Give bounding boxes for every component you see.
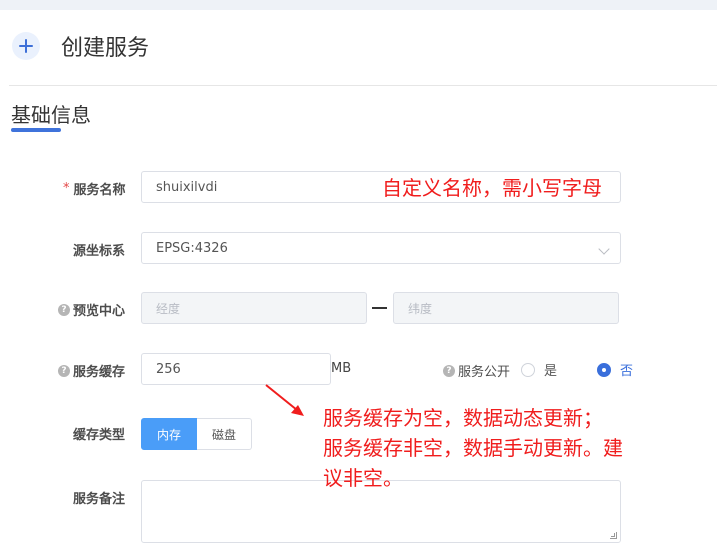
- cache-type-disk-button[interactable]: 磁盘: [197, 418, 252, 450]
- latitude-input[interactable]: 纬度: [393, 292, 619, 324]
- cache-type-memory-button[interactable]: 内存: [141, 418, 197, 450]
- header-divider: [9, 85, 717, 86]
- page-header: 创建服务: [12, 28, 149, 64]
- help-icon[interactable]: ?: [58, 364, 70, 377]
- annotation-name-note: 自定义名称，需小写字母: [382, 172, 602, 201]
- service-name-value: shuixilvdi: [156, 179, 218, 195]
- service-cache-input[interactable]: 256: [141, 353, 331, 385]
- latitude-placeholder: 纬度: [408, 301, 433, 316]
- range-separator: [372, 307, 387, 309]
- chevron-down-icon: [598, 243, 610, 255]
- annotation-name-note-text: 自定义名称，需小写字母: [382, 176, 602, 200]
- section-title: 基础信息: [11, 103, 91, 127]
- service-cache-label-text: 服务缓存: [73, 365, 126, 380]
- crs-label: 源坐标系: [73, 240, 125, 259]
- cache-type-segmented: 内存 磁盘: [141, 418, 252, 450]
- annotation-cache-line-2: 服务缓存非空，数据手动更新。建: [323, 436, 623, 460]
- service-cache-value: 256: [156, 361, 181, 377]
- annotation-cache-note: 服务缓存为空，数据动态更新； 服务缓存非空，数据手动更新。建 议非空。: [323, 403, 623, 493]
- service-name-label: * 服务名称: [63, 179, 126, 198]
- longitude-input[interactable]: 经度: [141, 292, 367, 324]
- required-mark: *: [63, 181, 70, 196]
- service-name-label-text: 服务名称: [73, 183, 126, 198]
- page-title: 创建服务: [61, 36, 150, 61]
- longitude-placeholder: 经度: [156, 301, 181, 316]
- preview-center-label: ? 预览中心: [58, 300, 125, 319]
- top-bar: [0, 0, 717, 10]
- crs-select[interactable]: EPSG:4326: [141, 232, 621, 264]
- service-public-label-text: 服务公开: [458, 365, 511, 380]
- radio-no-label[interactable]: 否: [620, 360, 633, 379]
- radio-yes[interactable]: [521, 362, 535, 377]
- help-icon[interactable]: ?: [58, 303, 70, 316]
- annotation-cache-line-3: 议非空。: [323, 466, 403, 490]
- crs-label-text: 源坐标系: [73, 244, 126, 259]
- radio-no[interactable]: [597, 362, 612, 377]
- cache-unit: MB: [331, 361, 352, 376]
- annotation-cache-line-1: 服务缓存为空，数据动态更新；: [323, 406, 603, 430]
- plus-icon: [12, 32, 40, 60]
- section-underline: [11, 128, 61, 132]
- preview-center-label-text: 预览中心: [73, 304, 126, 319]
- radio-yes-label[interactable]: 是: [544, 360, 557, 379]
- arrow-icon: [265, 384, 304, 416]
- service-cache-label: ? 服务缓存: [58, 361, 125, 380]
- service-public-radio-group: 是 否: [521, 360, 633, 379]
- resize-handle-icon[interactable]: [610, 532, 617, 539]
- help-icon[interactable]: ?: [443, 364, 455, 377]
- cache-type-label: 缓存类型: [73, 424, 125, 443]
- service-public-label: ? 服务公开: [443, 361, 510, 380]
- crs-value: EPSG:4326: [156, 240, 228, 256]
- cache-type-label-text: 缓存类型: [73, 428, 126, 443]
- remark-label: 服务备注: [73, 488, 125, 507]
- remark-label-text: 服务备注: [73, 492, 126, 507]
